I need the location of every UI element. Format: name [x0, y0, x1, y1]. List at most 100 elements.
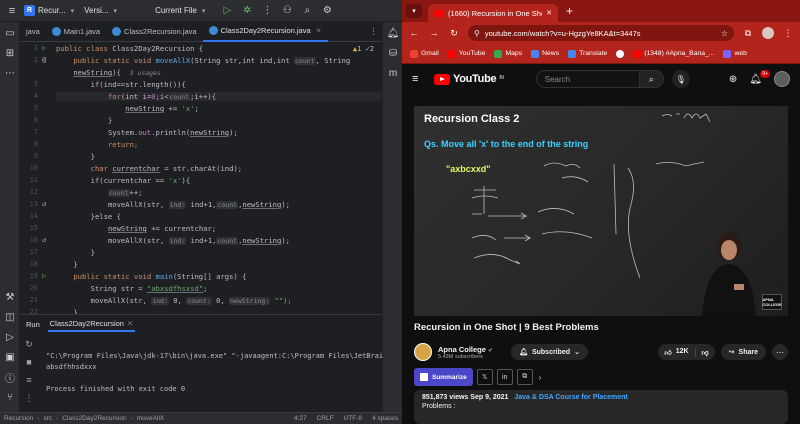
create-video-icon[interactable]: ⊕: [729, 74, 737, 85]
apna-college-logo: APNA COLLEGE: [762, 294, 782, 310]
recursive-call-icon: ↺: [42, 236, 47, 244]
line-separator[interactable]: CRLF: [317, 415, 334, 422]
web-icon: [723, 49, 732, 58]
indent-setting[interactable]: 4 spaces: [372, 415, 398, 422]
linkedin-icon[interactable]: in: [496, 369, 513, 385]
tab-class2recursion[interactable]: Class2Recursion.java: [106, 22, 203, 42]
account-avatar[interactable]: [774, 71, 790, 87]
summarize-button[interactable]: Summarize: [414, 368, 473, 386]
address-bar[interactable]: ⚲ youtube.com/watch?v=u-HgzgYe8KA&t=3447…: [468, 25, 734, 41]
close-icon[interactable]: ✕: [546, 9, 552, 17]
crumb-method[interactable]: moveAllX: [137, 415, 164, 422]
run-class-icon[interactable]: ▷: [42, 44, 46, 52]
bookmark-star-icon[interactable]: ☆: [721, 29, 728, 38]
close-icon[interactable]: ✕: [127, 319, 133, 328]
bookmark-gmail[interactable]: Gmail: [410, 49, 439, 58]
more-actions-button[interactable]: ⋯: [772, 344, 788, 360]
vcs-selector[interactable]: Versi... ▾: [84, 6, 117, 15]
services-icon[interactable]: ◫: [3, 310, 17, 324]
forward-icon[interactable]: →: [428, 28, 440, 38]
browser-tab-youtube[interactable]: (1660) Recursion in One Sho ✕: [428, 4, 558, 22]
run-tool-icon[interactable]: ▷: [3, 330, 17, 344]
crumb-class[interactable]: Class2Day2Recursion: [62, 415, 126, 422]
video-description[interactable]: 851,873 views Sep 9, 2021 Java & DSA Cou…: [414, 390, 788, 424]
new-tab-icon[interactable]: +: [566, 4, 573, 18]
inspection-widget[interactable]: ▲1 ✓2: [353, 45, 374, 53]
share-button[interactable]: ↪ Share: [720, 344, 766, 360]
folder-icon[interactable]: ▭: [3, 26, 17, 40]
site-info-icon[interactable]: ⚲: [474, 29, 480, 38]
hamburger-menu-icon[interactable]: ≡: [412, 73, 426, 85]
subscribed-button[interactable]: 🔔︎ Subscribed ⌄: [511, 344, 588, 360]
tab-search-icon[interactable]: ▾: [406, 4, 422, 18]
maven-icon[interactable]: m: [386, 66, 400, 80]
debug-icon[interactable]: ✲: [240, 4, 254, 18]
profile-avatar[interactable]: [762, 27, 774, 39]
twitter-icon[interactable]: 𝕏: [476, 369, 493, 385]
copy-icon[interactable]: ⧉: [516, 369, 533, 385]
project-selector[interactable]: R Recur... ▾: [24, 5, 74, 16]
notifications-icon[interactable]: 🔔︎: [386, 26, 400, 40]
notifications-bell-icon[interactable]: 🔔︎ 9+: [749, 69, 770, 85]
terminal-icon[interactable]: ▣: [3, 350, 17, 364]
code-editor[interactable]: ▲1 ✓2 1 ▷ 2 @ 3 4 5 6 7 8 9 10 11 12 13 ↺ 1…: [20, 42, 382, 314]
soft-wrap-icon[interactable]: ≡: [22, 373, 36, 387]
video-player[interactable]: Recursion Class 2 Qs. Move all 'x' to th…: [414, 106, 788, 316]
more-tools-icon[interactable]: ⋯: [3, 66, 17, 80]
file-encoding[interactable]: UTF-8: [344, 415, 362, 422]
rerun-icon[interactable]: ↻: [22, 337, 36, 351]
more-icon[interactable]: ⋮: [22, 391, 36, 405]
browser-menu-icon[interactable]: ⋮: [782, 28, 794, 39]
status-bar: Recursion › src › Class2Day2Recursion › mov…: [0, 412, 402, 424]
run-icon[interactable]: ▷: [220, 4, 234, 18]
code-line: public static void moveAllX(String str,i…: [73, 56, 351, 65]
bookmark-maps[interactable]: Maps: [494, 49, 522, 58]
git-icon[interactable]: ⑂: [3, 390, 17, 404]
channel-name[interactable]: Apna College ✔: [438, 345, 493, 354]
course-link[interactable]: Java & DSA Course for Placement: [514, 394, 627, 401]
dislike-button[interactable]: 👎︎: [696, 348, 715, 357]
code-line: }: [90, 152, 95, 161]
search-button[interactable]: ⌕: [639, 70, 664, 88]
tab-main1[interactable]: Main1.java: [46, 22, 106, 42]
chevron-right-icon[interactable]: ›: [539, 373, 542, 382]
stop-icon[interactable]: ■: [22, 355, 36, 369]
crumb-project[interactable]: Recursion: [4, 415, 33, 422]
bookmark-apna-bana[interactable]: (1348) #Apna_Bana_...: [633, 49, 714, 58]
database-icon[interactable]: ⛁: [386, 46, 400, 60]
bookmark-web[interactable]: web: [723, 49, 747, 58]
run-main-icon[interactable]: ▷: [42, 272, 46, 280]
search-input[interactable]: Search: [535, 70, 640, 88]
back-icon[interactable]: ←: [408, 28, 420, 38]
settings-icon[interactable]: ⚙: [320, 4, 334, 18]
extensions-icon[interactable]: ⧉: [742, 28, 754, 39]
structure-icon[interactable]: ⊞: [3, 46, 17, 60]
search-icon[interactable]: ⌕: [300, 4, 314, 18]
build-icon[interactable]: ⚒: [3, 290, 17, 304]
tabs-more-icon[interactable]: ⋮: [369, 26, 382, 37]
bookmark-github[interactable]: [616, 49, 625, 58]
bookmark-translate[interactable]: Translate: [568, 49, 607, 58]
like-button[interactable]: 👍︎ 12K: [658, 347, 696, 357]
bookmark-youtube[interactable]: YouTube: [447, 49, 485, 58]
tab-java[interactable]: java: [20, 22, 46, 42]
main-menu-icon[interactable]: ≡: [0, 5, 24, 17]
chevron-down-icon: ▾: [113, 7, 118, 15]
caret-position[interactable]: 4:27: [294, 415, 307, 422]
run-config-tab[interactable]: Class2Day2Recursion ✕: [47, 317, 136, 332]
microphone-icon[interactable]: 🎙︎: [671, 70, 690, 88]
reload-icon[interactable]: ↻: [448, 28, 460, 39]
user-icon[interactable]: ⚇: [280, 4, 294, 18]
bookmark-news[interactable]: News: [531, 49, 559, 58]
code-line: newString += 'x';: [125, 104, 199, 113]
editor-tabs: java Main1.java Class2Recursion.java Cla…: [20, 22, 382, 42]
run-config-selector[interactable]: Current File ▾: [155, 6, 205, 15]
more-icon[interactable]: ⋮: [260, 4, 274, 18]
console-output[interactable]: "C:\Program Files\Java\jdk-17\bin\java.e…: [46, 351, 383, 395]
tab-class2day2recursion[interactable]: Class2Day2Recursion.java ✕: [202, 22, 328, 42]
crumb-src[interactable]: src: [43, 415, 52, 422]
close-icon[interactable]: ✕: [316, 27, 322, 35]
channel-avatar[interactable]: [414, 343, 432, 361]
problems-icon[interactable]: ⓘ: [3, 370, 17, 385]
youtube-logo[interactable]: YouTube IN: [434, 73, 504, 85]
